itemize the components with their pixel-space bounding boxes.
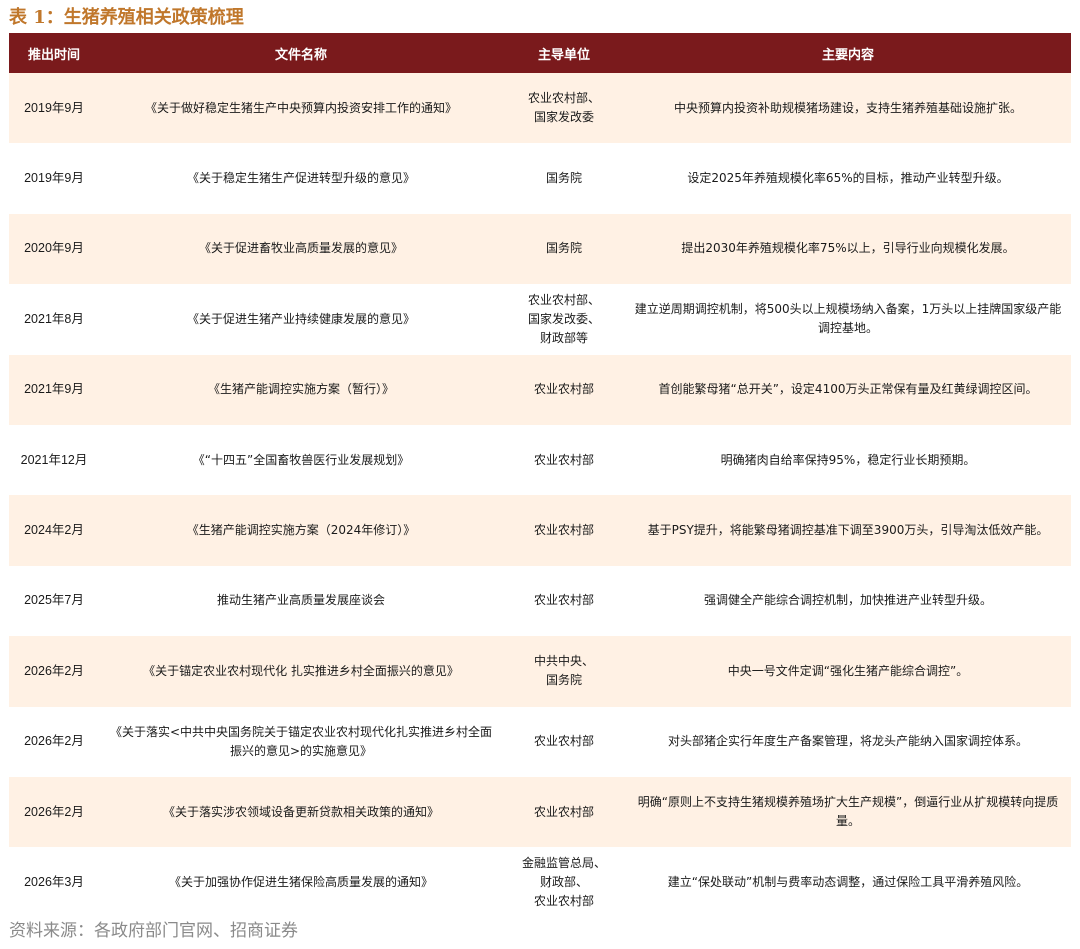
source-note: 资料来源：各政府部门官网、招商证券 (9, 921, 298, 941)
header-content: 主要内容 (821, 47, 874, 63)
row-document: 《关于促进生猪产业持续健康发展的意见》 (186, 311, 415, 326)
table-row: 2026年3月 《关于加强协作促进生猪保险高质量发展的通知》 金融监管总局、 财… (9, 847, 1071, 918)
row-unit: 农业农村部、 国家发改委 (527, 91, 600, 125)
row-unit: 农业农村部 (533, 523, 594, 538)
row-time: 2020年9月 (24, 241, 84, 256)
row-time: 2019年9月 (24, 100, 84, 115)
row-unit: 农业农村部 (533, 593, 594, 608)
table-row: 2021年8月 《关于促进生猪产业持续健康发展的意见》 农业农村部、 国家发改委… (9, 284, 1071, 355)
table-row: 2024年2月 《生猪产能调控实施方案（2024年修订）》 农业农村部 基于PS… (9, 495, 1071, 566)
row-content: 对头部猪企实行年度生产备案管理，将龙头产能纳入国家调控体系。 (667, 734, 1028, 749)
row-unit: 金融监管总局、 财政部、 农业农村部 (521, 855, 606, 908)
table-row: 2019年9月 《关于做好稳定生猪生产中央预算内投资安排工作的通知》 农业农村部… (9, 73, 1071, 144)
header-unit: 主导单位 (537, 47, 590, 63)
row-time: 2021年8月 (24, 311, 84, 326)
row-time: 2021年9月 (24, 382, 84, 397)
row-time: 2026年3月 (24, 874, 84, 889)
row-document: 《生猪产能调控实施方案（暂行）》 (207, 382, 394, 397)
row-unit: 农业农村部 (533, 804, 594, 819)
table-row: 2020年9月 《关于促进畜牧业高质量发展的意见》 国务院 提出2030年养殖规… (9, 213, 1071, 285)
row-time: 2024年2月 (24, 523, 84, 538)
row-content: 明确“原则上不支持生猪规模养殖场扩大生产规模”，倒逼行业从扩规模转向提质量。 (637, 795, 1059, 829)
row-time: 2021年12月 (20, 452, 88, 467)
row-time: 2025年7月 (24, 593, 84, 608)
table-row: 2026年2月 《关于锚定农业农村现代化 扎实推进乡村全面振兴的意见》 中共中央… (9, 636, 1071, 707)
table-row: 2021年12月 《“十四五”全国畜牧兽医行业发展规划》 农业农村部 明确猪肉自… (9, 424, 1071, 496)
header-time: 推出时间 (27, 47, 80, 63)
row-unit: 农业农村部、 国家发改委、 财政部等 (527, 292, 600, 345)
row-document: 《关于稳定生猪生产促进转型升级的意见》 (186, 171, 415, 186)
row-unit: 国务院 (545, 171, 582, 186)
row-time: 2019年9月 (24, 171, 84, 186)
row-content: 设定2025年养殖规模化率65%的目标，推动产业转型升级。 (687, 171, 1009, 186)
row-content: 提出2030年养殖规模化率75%以上，引导行业向规模化发展。 (681, 241, 1015, 256)
row-unit: 农业农村部 (533, 382, 594, 397)
header-document: 文件名称 (274, 47, 327, 63)
row-document: 《关于加强协作促进生猪保险高质量发展的通知》 (168, 874, 433, 889)
table-row: 2025年7月 推动生猪产业高质量发展座谈会 农业农村部 强调健全产能综合调控机… (9, 565, 1071, 637)
row-content: 首创能繁母猪“总开关”，设定4100万头正常保有量及红黄绿调控区间。 (658, 382, 1038, 397)
row-document: 推动生猪产业高质量发展座谈会 (216, 593, 385, 608)
row-unit: 中共中央、 国务院 (533, 654, 594, 688)
row-content: 中央一号文件定调“强化生猪产能综合调控”。 (727, 663, 969, 678)
row-time: 2026年2月 (24, 734, 84, 749)
table-row: 2021年9月 《生猪产能调控实施方案（暂行）》 农业农村部 首创能繁母猪“总开… (9, 354, 1071, 425)
row-content: 建立“保处联动”机制与费率动态调整，通过保险工具平滑养殖风险。 (667, 874, 1029, 889)
row-document: 《关于做好稳定生猪生产中央预算内投资安排工作的通知》 (144, 100, 457, 115)
row-time: 2026年2月 (24, 804, 84, 819)
row-content: 基于PSY提升，将能繁母猪调控基准下调至3900万头，引导淘汰低效产能。 (647, 523, 1049, 538)
table-header: 推出时间 文件名称 主导单位 主要内容 (9, 33, 1071, 73)
row-content: 建立逆周期调控机制，将500头以上规模场纳入备案，1万头以上挂牌国家级产能调控基… (634, 302, 1062, 336)
row-document: 《关于锚定农业农村现代化 扎实推进乡村全面振兴的意见》 (143, 663, 459, 678)
row-time: 2026年2月 (24, 663, 84, 678)
table-row: 2019年9月 《关于稳定生猪生产促进转型升级的意见》 国务院 设定2025年养… (9, 143, 1071, 214)
row-document: 《关于落实<中共中央国务院关于锚定农业农村现代化扎实推进乡村全面振兴的意见>的实… (109, 724, 493, 758)
policy-table: 推出时间 文件名称 主导单位 主要内容 2019年9月 《关于做好稳定生猪生产中… (9, 33, 1071, 918)
row-document: 《关于落实涉农领域设备更新贷款相关政策的通知》 (162, 804, 439, 819)
row-unit: 国务院 (545, 241, 582, 256)
row-unit: 农业农村部 (533, 452, 594, 467)
table-body: 2019年9月 《关于做好稳定生猪生产中央预算内投资安排工作的通知》 农业农村部… (9, 73, 1071, 918)
row-unit: 农业农村部 (533, 734, 594, 749)
row-document: 《“十四五”全国畜牧兽医行业发展规划》 (192, 452, 410, 467)
table-row: 2026年2月 《关于落实<中共中央国务院关于锚定农业农村现代化扎实推进乡村全面… (9, 706, 1071, 777)
row-document: 《关于促进畜牧业高质量发展的意见》 (198, 241, 403, 256)
table-row: 2026年2月 《关于落实涉农领域设备更新贷款相关政策的通知》 农业农村部 明确… (9, 776, 1071, 848)
row-content: 强调健全产能综合调控机制，加快推进产业转型升级。 (703, 593, 992, 608)
row-document: 《生猪产能调控实施方案（2024年修订）》 (186, 523, 416, 538)
row-content: 明确猪肉自给率保持95%，稳定行业长期预期。 (720, 452, 976, 467)
row-content: 中央预算内投资补助规模猪场建设，支持生猪养殖基础设施扩张。 (673, 100, 1022, 115)
table-caption: 表 1：生猪养殖相关政策梳理 (9, 7, 244, 28)
